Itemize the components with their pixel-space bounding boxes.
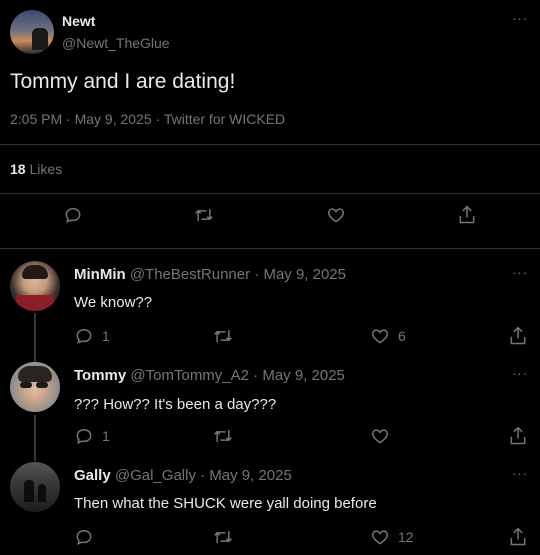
more-icon[interactable]: ··· — [512, 367, 528, 380]
thread-line — [34, 415, 36, 461]
tweet-text: Tommy and I are dating! — [10, 70, 236, 93]
share-icon[interactable] — [457, 204, 477, 226]
author-name[interactable]: MinMin — [74, 266, 126, 283]
retweet-icon[interactable] — [193, 205, 215, 225]
like-icon[interactable] — [370, 426, 398, 446]
reply-text: We know?? — [74, 294, 153, 311]
like-icon[interactable] — [326, 205, 346, 225]
author-handle[interactable]: @Gal_Gally · May 9, 2025 — [115, 467, 292, 484]
share-icon[interactable] — [508, 325, 528, 347]
reply-header: Gally @Gal_Gally · May 9, 2025 — [74, 467, 292, 484]
reply-text: ??? How?? It's been a day??? — [74, 396, 277, 413]
reply-icon[interactable] — [63, 205, 83, 225]
reply-icon[interactable] — [74, 527, 102, 547]
more-icon[interactable]: ··· — [512, 266, 528, 279]
tweet-meta: 2:05 PM · May 9, 2025 · Twitter for WICK… — [10, 111, 286, 127]
author-handle[interactable]: @Newt_TheGlue — [62, 35, 170, 51]
thread-line — [34, 313, 36, 363]
avatar[interactable] — [10, 462, 60, 512]
retweet-icon[interactable] — [212, 527, 234, 547]
avatar[interactable] — [10, 362, 60, 412]
likes-count: 18 — [10, 161, 26, 177]
reply-header: Tommy @TomTommy_A2 · May 9, 2025 — [74, 367, 345, 384]
author-handle[interactable]: @TomTommy_A2 · May 9, 2025 — [130, 367, 344, 384]
reply-icon[interactable]: 1 — [74, 426, 110, 446]
divider — [0, 248, 540, 249]
like-count: 6 — [398, 328, 406, 344]
author-name[interactable]: Gally — [74, 467, 111, 484]
reply-count: 1 — [102, 428, 110, 444]
author-name[interactable]: Tommy — [74, 367, 126, 384]
reply-header: MinMin @TheBestRunner · May 9, 2025 — [74, 266, 346, 283]
divider — [0, 193, 540, 194]
share-icon[interactable] — [508, 425, 528, 447]
retweet-icon[interactable] — [212, 426, 234, 446]
likes-stat[interactable]: 18 Likes — [10, 161, 62, 177]
like-count: 12 — [398, 529, 414, 545]
author-name[interactable]: Newt — [62, 13, 95, 29]
likes-label: Likes — [29, 161, 63, 177]
like-icon[interactable]: 6 — [370, 326, 406, 346]
reply-count: 1 — [102, 328, 110, 344]
reply-icon[interactable]: 1 — [74, 326, 110, 346]
like-icon[interactable]: 12 — [370, 527, 414, 547]
avatar[interactable] — [10, 261, 60, 311]
retweet-icon[interactable] — [212, 326, 234, 346]
author-handle[interactable]: @TheBestRunner · May 9, 2025 — [130, 266, 346, 283]
more-icon[interactable]: ··· — [512, 12, 528, 25]
reply-text: Then what the SHUCK were yall doing befo… — [74, 495, 377, 512]
avatar[interactable] — [10, 10, 54, 54]
divider — [0, 144, 540, 145]
share-icon[interactable] — [508, 526, 528, 548]
more-icon[interactable]: ··· — [512, 467, 528, 480]
